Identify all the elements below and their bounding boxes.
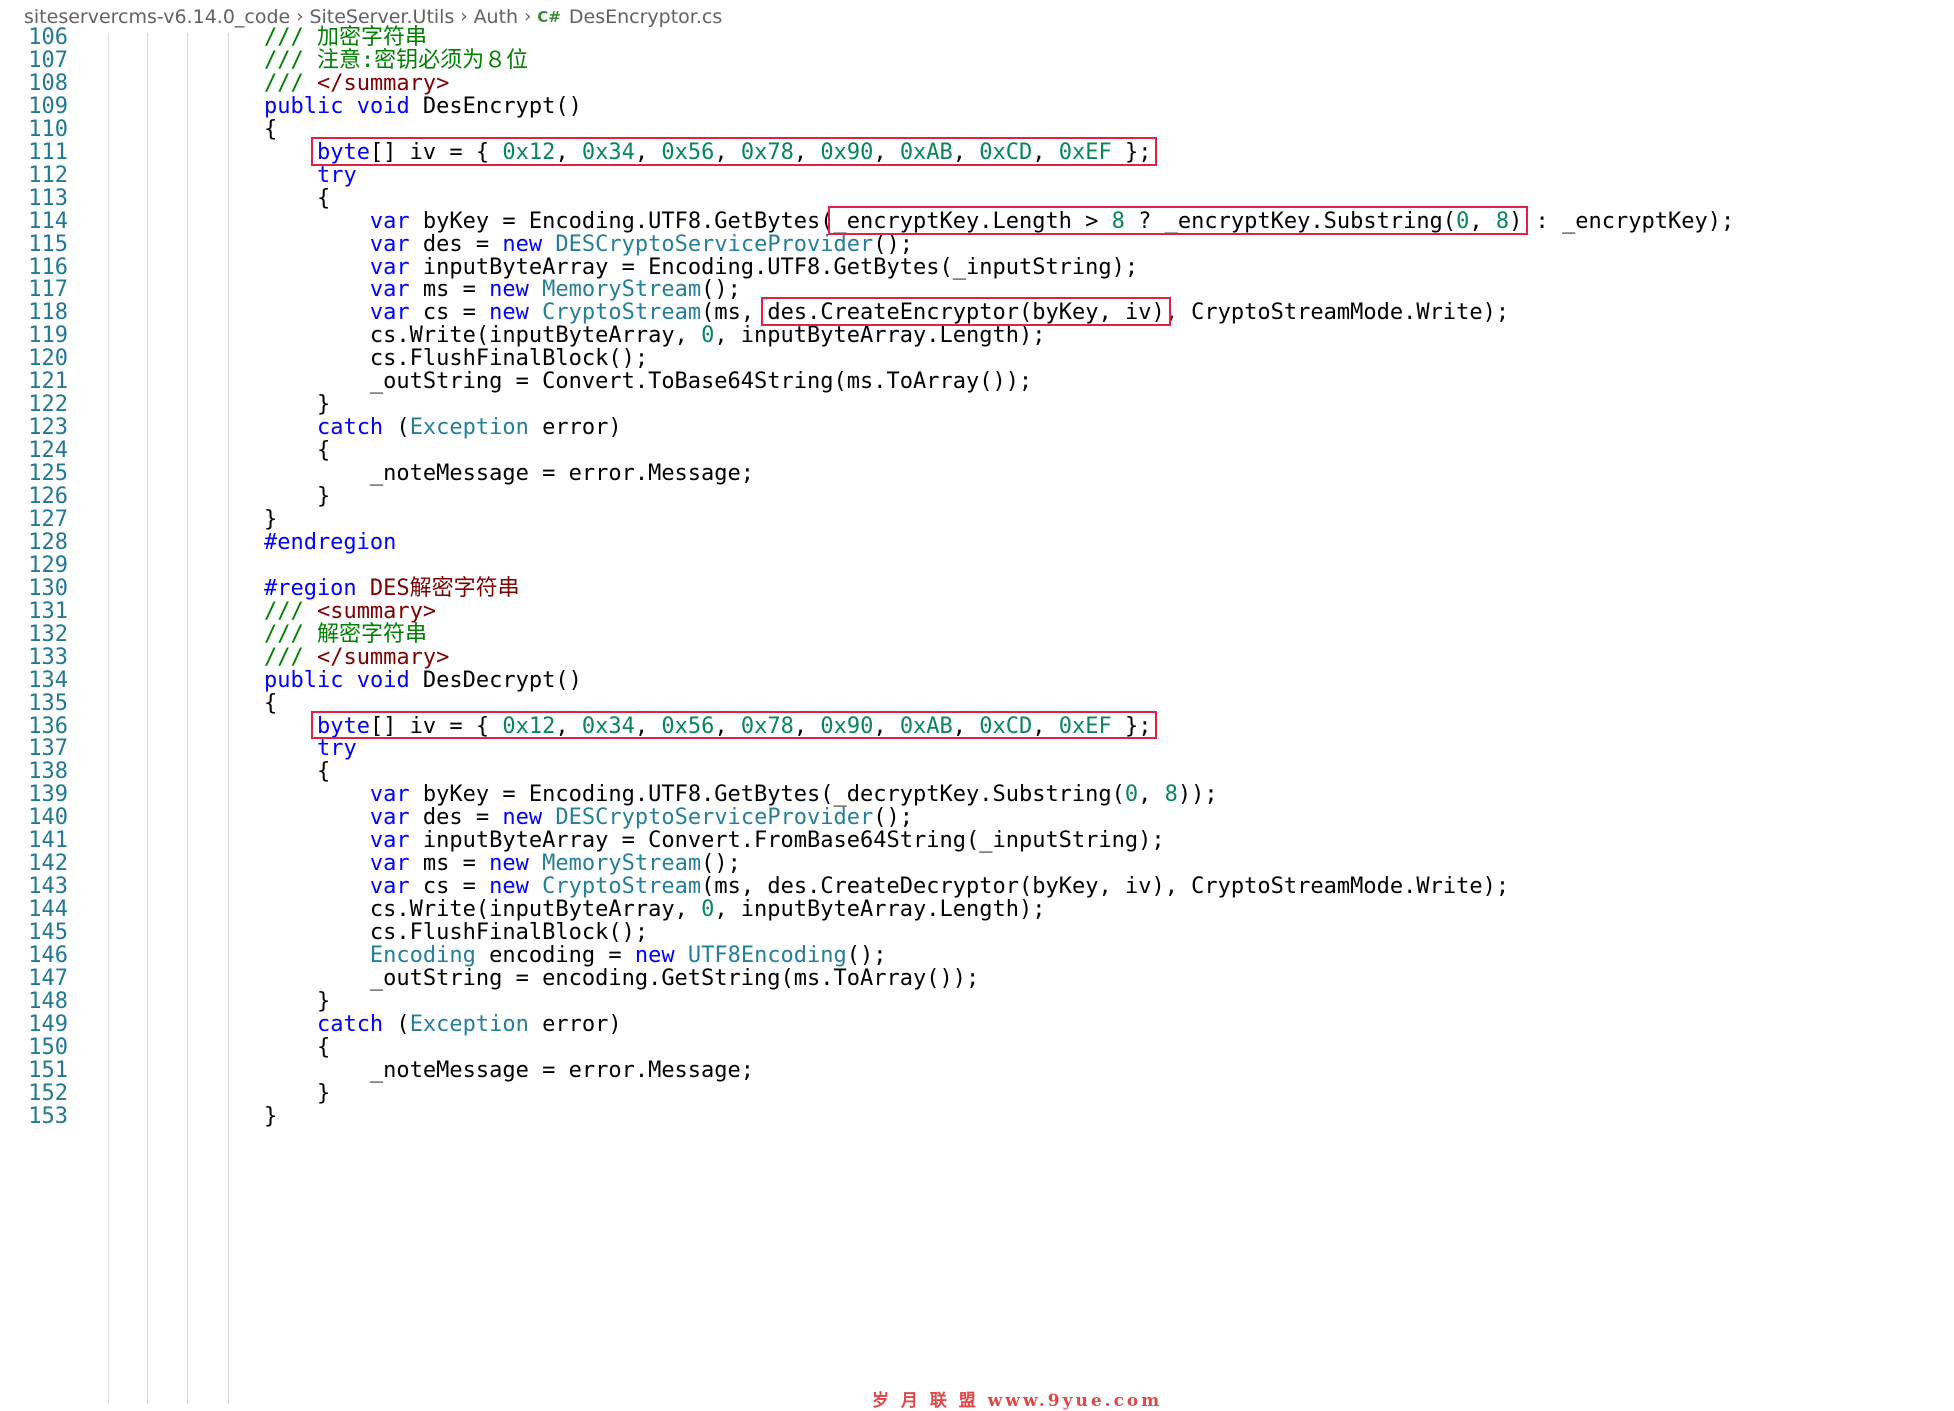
code-text: } — [158, 1103, 277, 1132]
code-editor[interactable]: 106 /// 加密字符串 107 /// 注意:密钥必须为８位 108 /// <… — [0, 25, 1954, 1404]
indent-guide — [228, 33, 230, 1404]
indent-guide — [187, 33, 189, 1404]
code-token: } — [158, 1103, 278, 1129]
line-number: 153 — [28, 1103, 68, 1129]
code-line[interactable]: 153 } — [0, 1103, 1954, 1132]
watermark: 岁 月 联 盟 www.9yue.com — [872, 1391, 1163, 1411]
indent-guide — [146, 33, 148, 1404]
csharp-file-icon: C# — [537, 7, 561, 26]
